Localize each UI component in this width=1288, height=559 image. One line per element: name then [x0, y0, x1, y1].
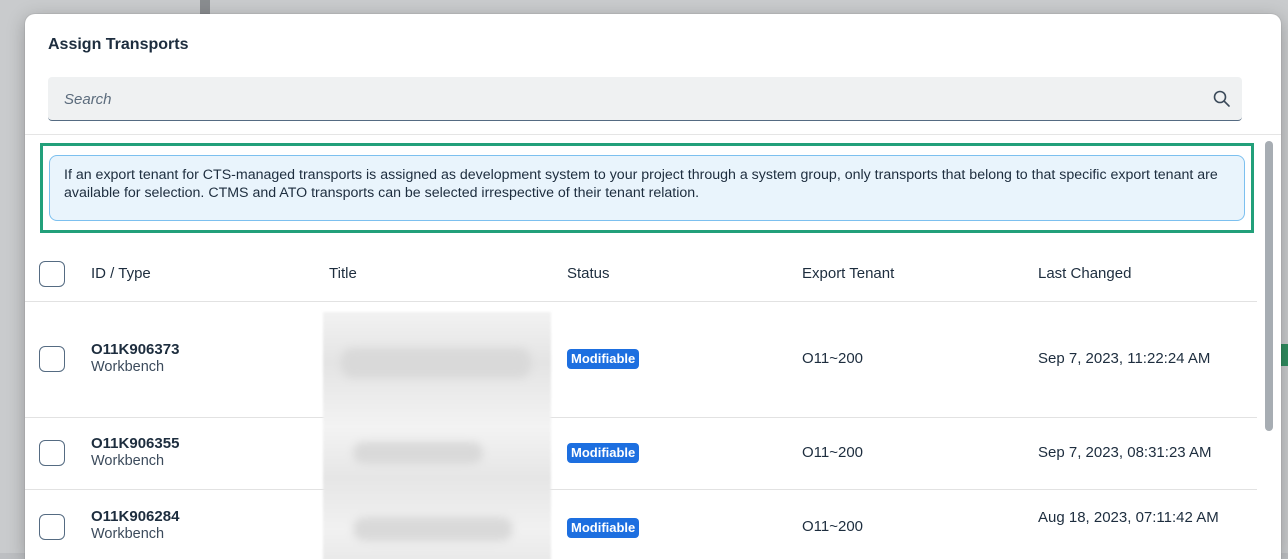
table-row[interactable]: O11K906284 Workbench Modifiable O11~200 …	[25, 489, 1257, 559]
search-icon[interactable]	[1212, 89, 1232, 109]
transport-id: O11K906355	[91, 435, 180, 452]
redacted-title-line	[353, 517, 513, 541]
row-checkbox[interactable]	[39, 346, 65, 372]
column-header-id-type[interactable]: ID / Type	[91, 265, 151, 282]
transport-type: Workbench	[91, 453, 165, 469]
transport-id: O11K906284	[91, 508, 180, 525]
info-message-strip: If an export tenant for CTS-managed tran…	[49, 155, 1245, 221]
table-header: ID / Type Title Status Export Tenant Las…	[25, 249, 1257, 302]
search-input[interactable]	[62, 77, 1196, 121]
select-all-checkbox[interactable]	[39, 261, 65, 287]
search-field[interactable]	[48, 77, 1242, 121]
table-row[interactable]: O11K906373 Workbench Modifiable O11~200 …	[25, 301, 1257, 418]
transport-id: O11K906373	[91, 341, 180, 358]
redacted-title-area	[323, 312, 551, 559]
column-header-export-tenant[interactable]: Export Tenant	[802, 265, 894, 282]
dialog-header: Assign Transports	[25, 14, 1281, 135]
status-badge: Modifiable	[567, 443, 640, 463]
export-tenant: O11~200	[802, 518, 864, 535]
last-changed: Sep 7, 2023, 08:31:23 AM	[1038, 444, 1212, 461]
vertical-scrollbar[interactable]	[1265, 141, 1273, 431]
column-header-status[interactable]: Status	[567, 265, 610, 282]
status-badge: Modifiable	[567, 349, 640, 369]
last-changed: Aug 18, 2023, 07:11:42 AM	[1038, 509, 1219, 526]
dialog-title: Assign Transports	[48, 36, 189, 53]
column-header-title[interactable]: Title	[329, 265, 357, 282]
transport-type: Workbench	[91, 526, 165, 542]
row-checkbox[interactable]	[39, 440, 65, 466]
row-checkbox[interactable]	[39, 514, 65, 540]
export-tenant: O11~200	[802, 444, 864, 461]
last-changed: Sep 7, 2023, 11:22:24 AM	[1038, 350, 1211, 367]
dialog-content: If an export tenant for CTS-managed tran…	[25, 135, 1281, 559]
redacted-title-line	[353, 442, 483, 464]
column-header-last-changed[interactable]: Last Changed	[1038, 265, 1131, 282]
redacted-title-line	[341, 348, 531, 378]
transport-type: Workbench	[91, 359, 165, 375]
status-badge: Modifiable	[567, 518, 640, 538]
export-tenant: O11~200	[802, 350, 864, 367]
table-row[interactable]: O11K906355 Workbench Modifiable O11~200 …	[25, 417, 1257, 490]
assign-transports-dialog: Assign Transports If an export tenant fo…	[25, 14, 1281, 559]
highlight-frame: If an export tenant for CTS-managed tran…	[40, 143, 1254, 233]
